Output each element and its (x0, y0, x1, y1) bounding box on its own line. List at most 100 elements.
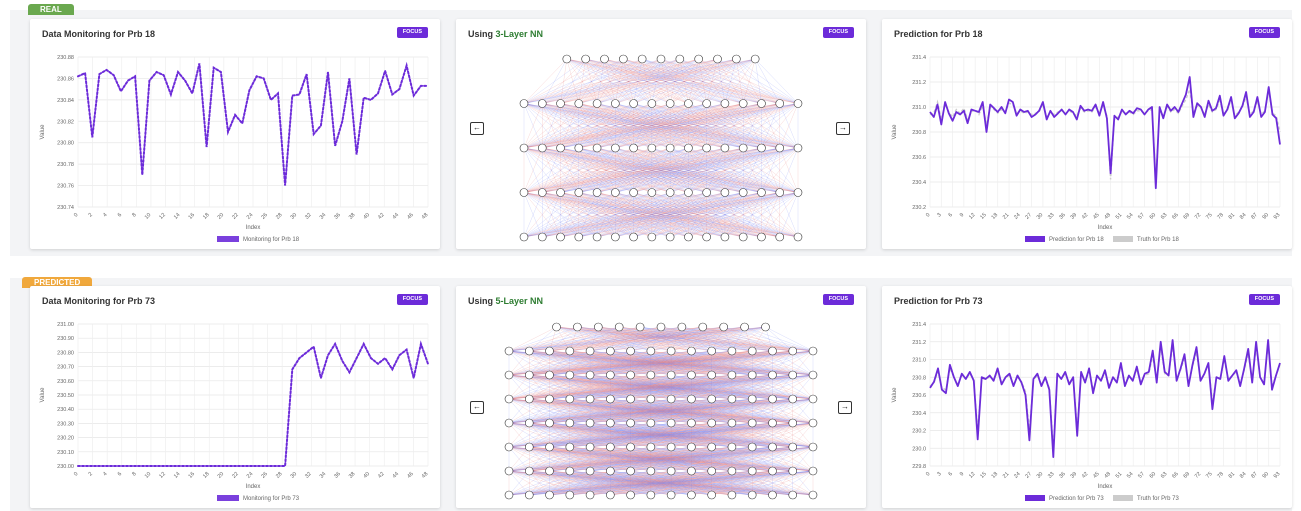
next-button[interactable]: → (838, 401, 852, 414)
legend-label: Monitoring for Prb 18 (243, 237, 300, 243)
legend-label: Prediction for Prb 73 (1049, 496, 1104, 502)
nn-node (768, 466, 777, 476)
x-tick-label: 66 (1171, 471, 1180, 480)
x-axis-label: Index (1098, 484, 1113, 490)
nn-node (519, 99, 529, 108)
nn-node (647, 232, 657, 242)
nn-node (665, 188, 675, 197)
y-tick-label: 231.2 (912, 80, 926, 86)
x-tick-label: 10 (144, 212, 153, 221)
nn-node (646, 466, 656, 476)
focus-button[interactable]: FOCUS (396, 27, 428, 38)
nn-node (687, 490, 696, 500)
card-title: Using 3-Layer NN (468, 29, 543, 39)
nn-node (504, 370, 514, 380)
x-tick-label: 28 (275, 212, 284, 221)
nn-node (635, 322, 645, 332)
nn-node (600, 54, 609, 64)
x-tick-label: 54 (1126, 212, 1135, 221)
x-tick-label: 24 (1013, 212, 1022, 221)
x-tick-label: 4 (102, 471, 108, 477)
nn-node (504, 418, 514, 428)
x-tick-label: 78 (1216, 471, 1225, 480)
nn-node (565, 490, 575, 500)
x-tick-label: 15 (979, 212, 988, 221)
focus-button[interactable]: FOCUS (1248, 27, 1280, 38)
nn-node (666, 394, 676, 404)
y-tick-label: 230.2 (912, 205, 926, 211)
nn-node (524, 490, 534, 500)
next-button[interactable]: → (836, 122, 850, 135)
nn-node (788, 490, 798, 500)
nn-node (574, 188, 584, 197)
nn-connections (523, 58, 799, 238)
x-tick-label: 26 (260, 212, 269, 221)
nn-node (666, 346, 676, 356)
nn-node (788, 394, 798, 404)
nn-node (793, 143, 803, 153)
y-tick-label: 230.76 (57, 184, 74, 190)
nn-node (504, 394, 514, 404)
nn-node (727, 490, 737, 500)
y-tick-label: 230.8 (912, 130, 926, 136)
nn-node (757, 99, 766, 108)
nn-node (768, 490, 777, 500)
nn-node (592, 232, 602, 242)
nn-node (594, 322, 603, 332)
x-tick-label: 27 (1024, 212, 1033, 221)
nn-diagram (504, 322, 818, 500)
focus-button[interactable]: FOCUS (396, 294, 428, 305)
focus-button[interactable]: FOCUS (1248, 294, 1280, 305)
x-tick-label: 20 (217, 471, 226, 480)
nn-node (606, 418, 615, 428)
nn-diagram (519, 54, 803, 242)
x-tick-label: 69 (1183, 471, 1192, 480)
nn-node (637, 54, 647, 64)
focus-button[interactable]: FOCUS (822, 27, 854, 38)
nn-node (768, 346, 777, 356)
nn-edge (698, 58, 762, 104)
x-tick-label: 42 (377, 212, 386, 221)
x-tick-label: 42 (1081, 212, 1090, 221)
prev-button[interactable]: ← (470, 122, 484, 135)
y-tick-label: 230.88 (57, 55, 74, 61)
legend-label: Monitoring for Prb 73 (243, 496, 300, 502)
prev-button[interactable]: ← (470, 401, 484, 414)
nn-node (606, 442, 615, 452)
nn-node (504, 490, 514, 500)
nn-node (720, 232, 730, 242)
x-tick-label: 42 (377, 471, 386, 480)
nn-node (545, 442, 554, 452)
legend-swatch (217, 495, 239, 501)
x-axis-label: Index (246, 484, 261, 490)
x-tick-label: 51 (1115, 471, 1124, 480)
nn-node (524, 346, 534, 356)
nn-node (707, 466, 716, 476)
nn-title-highlight: 5-Layer NN (495, 296, 544, 306)
nn-node (537, 143, 547, 153)
nn-node (565, 394, 575, 404)
x-tick-label: 36 (1058, 212, 1067, 221)
x-tick-label: 24 (246, 212, 255, 221)
x-tick-label: 78 (1216, 212, 1225, 221)
arrow-left-icon: ← (473, 123, 481, 132)
focus-button[interactable]: FOCUS (822, 294, 854, 305)
nn-node (687, 346, 696, 356)
nn-node (565, 442, 575, 452)
nn-node (775, 99, 785, 108)
nn-node (504, 466, 514, 476)
y-tick-label: 230.6 (912, 155, 926, 161)
x-tick-label: 20 (217, 212, 226, 221)
nn-node (808, 418, 818, 428)
truth-line (929, 345, 1281, 449)
nn-node (592, 188, 602, 197)
nn-node (626, 466, 635, 476)
y-tick-label: 231.0 (912, 105, 926, 111)
legend-swatch (1025, 236, 1045, 242)
nn-node (677, 322, 687, 332)
nn-node (666, 370, 676, 380)
nn-node (687, 466, 696, 476)
nn-node (687, 370, 696, 380)
x-axis-label: Index (246, 225, 261, 231)
x-tick-label: 84 (1239, 471, 1248, 480)
